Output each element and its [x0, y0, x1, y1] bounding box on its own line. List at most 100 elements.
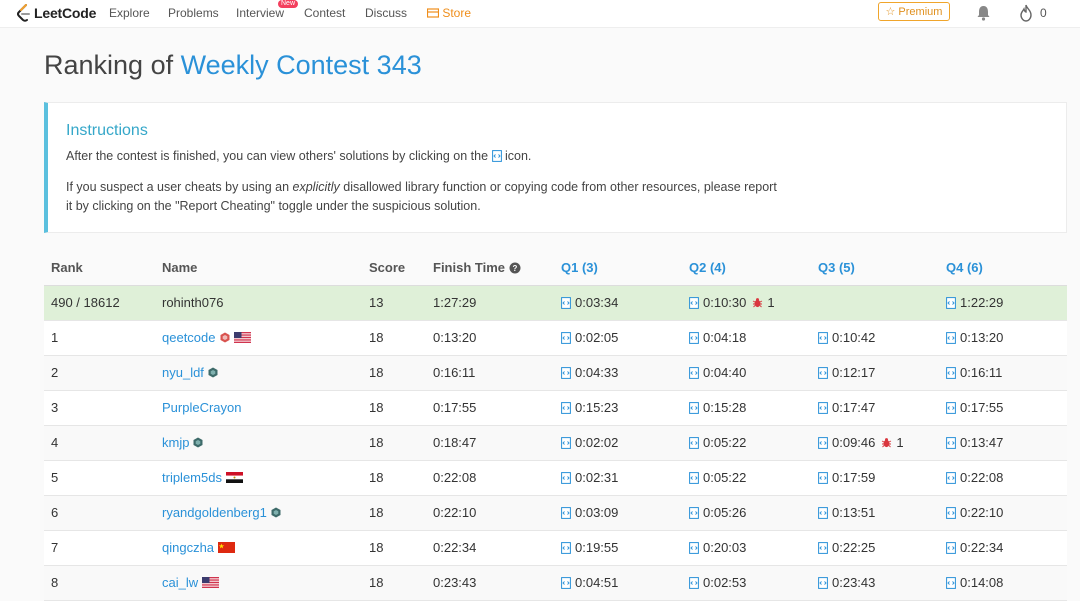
- code-file-icon[interactable]: [946, 401, 956, 414]
- code-file-icon[interactable]: [561, 331, 571, 344]
- score-value: 18: [369, 435, 384, 450]
- page-title: Ranking of Weekly Contest 343: [44, 50, 422, 81]
- q2-time: 0:02:53: [703, 575, 747, 590]
- code-file-icon[interactable]: [561, 366, 571, 379]
- q1-time: 0:04:33: [575, 365, 619, 380]
- nav-store[interactable]: Store: [426, 6, 471, 20]
- instructions-paragraph-2: If you suspect a user cheats by using an…: [66, 178, 786, 216]
- code-file-icon[interactable]: [561, 471, 571, 484]
- p1-text-before: After the contest is finished, you can v…: [66, 149, 492, 163]
- code-file-icon[interactable]: [946, 331, 956, 344]
- name-cell: cai_lw: [162, 575, 220, 590]
- rank-cell: 1: [51, 330, 58, 345]
- score-cell: 18: [369, 435, 383, 450]
- ranking-table: Rank Name Score Finish Time ? Q1 (3) Q2 …: [44, 251, 1067, 601]
- code-file-icon[interactable]: [946, 471, 956, 484]
- p2-text-before: If you suspect a user cheats by using an: [66, 180, 293, 194]
- code-file-icon[interactable]: [946, 576, 956, 589]
- rank-value: 8: [51, 575, 59, 590]
- user-name-link[interactable]: kmjp: [162, 435, 189, 450]
- code-file-icon[interactable]: [689, 436, 699, 449]
- my-ranking-row: 490 / 18612 rohinth076 13 1:27:29 0:03:34 0:1…: [44, 286, 1067, 321]
- code-file-icon[interactable]: [946, 506, 956, 519]
- header-score: Score: [369, 260, 406, 275]
- code-file-icon[interactable]: [946, 541, 956, 554]
- code-file-icon[interactable]: [561, 296, 571, 309]
- code-file-icon[interactable]: [689, 541, 699, 554]
- code-file-icon[interactable]: [561, 576, 571, 589]
- contest-name-link[interactable]: Weekly Contest 343: [181, 50, 422, 80]
- p2-emphasis: explicitly: [292, 180, 340, 194]
- nav-discuss[interactable]: Discuss: [365, 6, 407, 20]
- code-file-icon[interactable]: [818, 541, 828, 554]
- code-file-icon[interactable]: [561, 541, 571, 554]
- premium-button[interactable]: ☆ Premium: [878, 2, 950, 21]
- nav-explore[interactable]: Explore: [109, 6, 150, 20]
- user-name-link[interactable]: PurpleCrayon: [162, 400, 242, 415]
- q1-cell: 0:04:33: [561, 365, 618, 380]
- code-file-icon[interactable]: [818, 436, 828, 449]
- code-file-icon[interactable]: [561, 401, 571, 414]
- code-file-icon[interactable]: [561, 506, 571, 519]
- header-q4-link[interactable]: Q4 (6): [946, 260, 983, 275]
- table-row: 4 kmjp 18 0:18:47 0:02:02 0:05:22 0:09:46 1 0:13…: [44, 426, 1067, 461]
- code-file-icon[interactable]: [818, 576, 828, 589]
- rank-cell: 5: [51, 470, 58, 485]
- leetcode-logo[interactable]: LeetCode: [17, 3, 96, 23]
- q4-time: 1:22:29: [960, 295, 1004, 310]
- premium-label: Premium: [898, 5, 943, 18]
- instructions-panel: Instructions After the contest is finish…: [44, 102, 1067, 233]
- rank-cell: 490 / 18612: [51, 295, 120, 310]
- code-file-icon[interactable]: [561, 436, 571, 449]
- q3-cell: 0:09:46 1: [818, 435, 904, 450]
- finish-time-cell: 0:17:55: [433, 400, 476, 415]
- user-name-link[interactable]: cai_lw: [162, 575, 198, 590]
- code-file-icon[interactable]: [818, 331, 828, 344]
- user-name-link[interactable]: nyu_ldf: [162, 365, 204, 380]
- code-file-icon[interactable]: [946, 436, 956, 449]
- q4-time: 0:13:20: [960, 330, 1004, 345]
- code-file-icon[interactable]: [818, 471, 828, 484]
- user-name-link[interactable]: ryandgoldenberg1: [162, 505, 267, 520]
- help-icon[interactable]: ?: [509, 262, 521, 274]
- code-file-icon[interactable]: [689, 296, 699, 309]
- china-flag-icon: [218, 542, 236, 553]
- nav-contest[interactable]: Contest: [304, 6, 345, 20]
- code-file-icon[interactable]: [818, 506, 828, 519]
- q1-cell: 0:03:34: [561, 295, 618, 310]
- nav-problems[interactable]: Problems: [168, 6, 219, 20]
- code-file-icon[interactable]: [689, 576, 699, 589]
- user-name-link[interactable]: qeetcode: [162, 330, 216, 345]
- header-rank: Rank: [51, 260, 83, 275]
- guardian-badge-icon: [220, 332, 229, 343]
- q1-time: 0:15:23: [575, 400, 619, 415]
- q3-cell: 0:17:59: [818, 470, 875, 485]
- user-name-link[interactable]: triplem5ds: [162, 470, 222, 485]
- header-q2-link[interactable]: Q2 (4): [689, 260, 726, 275]
- q4-time: 0:22:08: [960, 470, 1004, 485]
- code-file-icon[interactable]: [689, 471, 699, 484]
- name-cell: kmjp: [162, 435, 203, 450]
- code-file-icon[interactable]: [689, 401, 699, 414]
- user-name-link[interactable]: qingczha: [162, 540, 214, 555]
- score-cell: 18: [369, 400, 383, 415]
- code-file-icon[interactable]: [689, 366, 699, 379]
- code-file-icon[interactable]: [946, 296, 956, 309]
- q1-time: 0:02:02: [575, 435, 619, 450]
- q4-time: 0:22:34: [960, 540, 1004, 555]
- header-q1-link[interactable]: Q1 (3): [561, 260, 598, 275]
- us-flag-icon: [233, 332, 251, 343]
- bell-icon[interactable]: [976, 5, 991, 21]
- code-file-icon[interactable]: [689, 506, 699, 519]
- nav-interview[interactable]: Interview: [236, 6, 284, 20]
- knight-badge-icon: [193, 437, 203, 448]
- code-file-icon[interactable]: [689, 331, 699, 344]
- code-file-icon[interactable]: [946, 366, 956, 379]
- header-q3-link[interactable]: Q3 (5): [818, 260, 855, 275]
- fire-icon[interactable]: [1018, 4, 1034, 22]
- rank-value: 7: [51, 540, 59, 555]
- p1-text-after: icon.: [501, 149, 532, 163]
- code-file-icon[interactable]: [818, 401, 828, 414]
- q2-cell: 0:20:03: [689, 540, 746, 555]
- code-file-icon[interactable]: [818, 366, 828, 379]
